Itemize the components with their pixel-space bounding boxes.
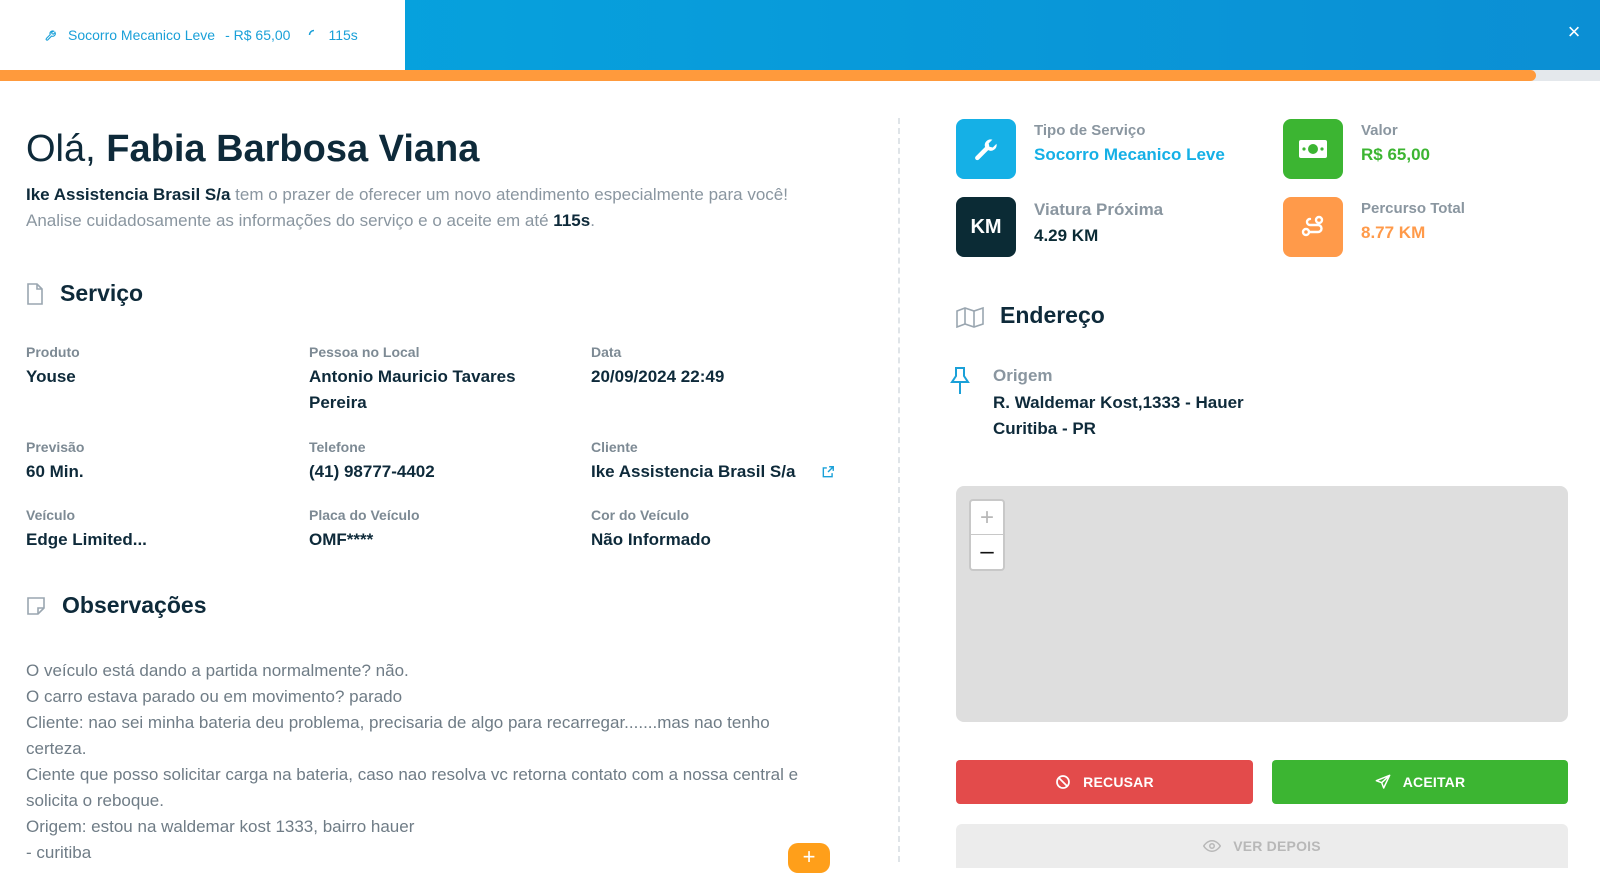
value-card-icon (1283, 119, 1343, 179)
origem-label: Origem (993, 366, 1053, 385)
accept-button-label: ACEITAR (1402, 774, 1466, 790)
placa-value: OMF**** (309, 530, 374, 549)
pessoa-value-line2: Pereira (309, 393, 367, 412)
service-tab[interactable]: Socorro Mecanico Leve - R$ 65,00 115s (0, 0, 405, 70)
service-type-label: Tipo de Serviço (1034, 122, 1146, 139)
observacoes-section-title: Observações (26, 592, 206, 619)
pessoa-value: Antonio Mauricio Tavares (309, 367, 516, 386)
note-icon (27, 596, 45, 615)
value-amount: R$ 65,00 (1361, 145, 1430, 164)
previsao-label: Previsão (26, 439, 85, 455)
obs-line: Ciente que posso solicitar carga na bate… (26, 765, 799, 784)
close-icon[interactable]: × (1562, 20, 1586, 44)
km-icon: KM (970, 215, 1002, 238)
cliente-value: Ike Assistencia Brasil S/a (591, 462, 796, 481)
user-name: Fabia Barbosa Viana (106, 128, 480, 170)
countdown-progress (0, 70, 1600, 81)
telefone-label: Telefone (309, 439, 366, 455)
obs-line: O veículo está dando a partida normalmen… (26, 661, 409, 680)
pessoa-label: Pessoa no Local (309, 344, 420, 360)
total-route-value: 8.77 KM (1361, 223, 1426, 242)
endereco-section-title: Endereço (956, 302, 1105, 329)
top-bar: Socorro Mecanico Leve - R$ 65,00 115s × (0, 0, 1600, 70)
intro-rest: tem o prazer de oferecer um novo atendim… (230, 185, 788, 204)
telefone-value: (41) 98777-4402 (309, 462, 435, 481)
spinner-icon (309, 29, 315, 36)
offer-intro: Olá, Fabia Barbosa Viana Ike Assistencia… (26, 118, 856, 234)
intro-text: Ike Assistencia Brasil S/a tem o prazer … (26, 182, 856, 234)
value-label: Valor (1361, 122, 1398, 139)
eye-icon (1203, 839, 1222, 853)
data-value: 20/09/2024 22:49 (591, 367, 725, 386)
intro-line2: Analise cuidadosamente as informações do… (26, 211, 554, 230)
money-icon (1299, 140, 1327, 158)
external-link-icon[interactable] (821, 465, 835, 479)
service-type-card-icon (956, 119, 1016, 179)
zoom-out-button[interactable]: – (971, 535, 1003, 569)
total-route-card-icon (1283, 197, 1343, 257)
wrench-icon (975, 139, 997, 161)
data-label: Data (591, 344, 622, 360)
nearby-vehicle-value: 4.29 KM (1034, 226, 1099, 245)
intro-company: Ike Assistencia Brasil S/a (26, 185, 231, 204)
nearby-vehicle-card-icon: KM (956, 197, 1016, 257)
veiculo-value: Edge Limited... (26, 530, 147, 549)
veiculo-label: Veículo (26, 507, 76, 523)
accept-button[interactable]: ACEITAR (1272, 760, 1568, 804)
map-zoom-control: + – (969, 499, 1005, 571)
origem-address-line1: R. Waldemar Kost,1333 - Hauer (993, 393, 1244, 412)
obs-line: Cliente: nao sei minha bateria deu probl… (26, 713, 770, 732)
total-route-label: Percurso Total (1361, 200, 1465, 217)
service-type-value: Socorro Mecanico Leve (1034, 145, 1225, 164)
tab-timer: 115s (328, 27, 358, 43)
ban-icon (1056, 775, 1071, 789)
wrench-icon (45, 30, 56, 41)
map-icon (956, 306, 984, 328)
endereco-title-text: Endereço (1000, 302, 1105, 328)
obs-line: solicita o reboque. (26, 791, 164, 810)
tab-service-name: Socorro Mecanico Leve (68, 27, 216, 43)
obs-line: certeza. (26, 739, 87, 758)
produto-label: Produto (26, 344, 80, 360)
view-later-button-label: VER DEPOIS (1233, 838, 1321, 854)
reject-button-label: RECUSAR (1083, 774, 1154, 790)
origem-address-line2: Curitiba - PR (993, 419, 1096, 438)
servico-title-text: Serviço (60, 280, 144, 306)
observacoes-text: O veículo está dando a partida normalmen… (26, 658, 836, 866)
observacoes-title-text: Observações (62, 592, 207, 618)
cor-label: Cor do Veículo (591, 507, 690, 523)
servico-section-title: Serviço (26, 280, 143, 307)
route-icon (1301, 215, 1324, 237)
produto-value: Youse (26, 367, 76, 386)
column-divider (898, 118, 900, 862)
reject-button[interactable]: RECUSAR (956, 760, 1253, 804)
cor-value: Não Informado (591, 530, 711, 549)
document-icon (27, 282, 43, 305)
greeting-text: Olá, (26, 128, 96, 170)
previsao-value: 60 Min. (26, 462, 84, 481)
map-view[interactable]: + – (956, 486, 1568, 722)
obs-line: Origem: estou na waldemar kost 1333, bai… (26, 817, 415, 836)
intro-period: . (590, 211, 595, 230)
paper-plane-icon (1375, 774, 1391, 789)
intro-time-limit: 115s (553, 211, 591, 230)
add-button[interactable]: + (788, 843, 830, 873)
zoom-in-button[interactable]: + (971, 501, 1003, 535)
countdown-progress-fill (0, 70, 1536, 81)
cliente-label: Cliente (591, 439, 638, 455)
obs-line: - curitiba (26, 843, 92, 862)
view-later-button[interactable]: VER DEPOIS (956, 824, 1568, 868)
pin-icon (950, 367, 970, 394)
page-title: Olá, Fabia Barbosa Viana (26, 118, 856, 180)
obs-line: O carro estava parado ou em movimento? p… (26, 687, 403, 706)
tab-price: - R$ 65,00 (225, 27, 291, 43)
placa-label: Placa do Veículo (309, 507, 420, 523)
nearby-vehicle-label: Viatura Próxima (1034, 200, 1164, 219)
